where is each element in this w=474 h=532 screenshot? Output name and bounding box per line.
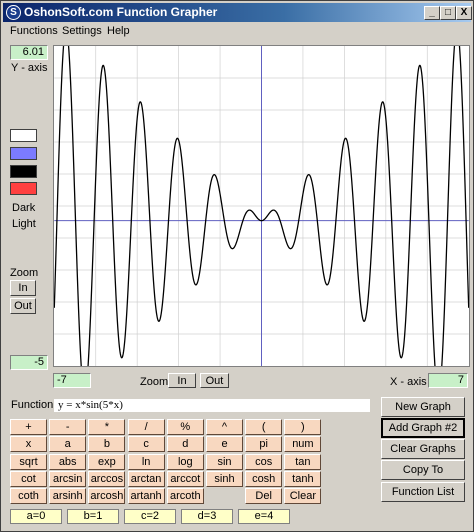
key-arsinh[interactable]: arsinh [49, 488, 87, 505]
light-button[interactable]: Light [12, 218, 36, 230]
key-times[interactable]: * [88, 419, 126, 435]
key-e[interactable]: e [206, 436, 243, 453]
key-arcsin[interactable]: arcsin [49, 470, 87, 487]
key-cot[interactable]: cot [10, 470, 47, 487]
key-minus[interactable]: - [49, 419, 87, 435]
copy-to-clipboard-button[interactable]: Copy To Clipboard [381, 460, 465, 494]
function-list-button[interactable]: Function List [381, 482, 465, 502]
key-artanh[interactable]: artanh [127, 488, 165, 505]
key-a[interactable]: a [49, 436, 87, 453]
key-abs[interactable]: abs [49, 453, 87, 470]
dark-button[interactable]: Dark [12, 202, 35, 214]
key-tan[interactable]: tan [284, 453, 322, 470]
variable-d[interactable]: d=3 [181, 509, 233, 524]
key-arcosh[interactable]: arcosh [88, 488, 126, 505]
variable-a[interactable]: a=0 [10, 509, 62, 524]
add-graph-button[interactable]: Add Graph #2 [381, 418, 465, 438]
key-power[interactable]: ^ [206, 419, 243, 435]
color-swatch-blue[interactable] [10, 147, 37, 160]
title-bar[interactable]: S OshonSoft.com Function Grapher _ □ X [3, 3, 472, 22]
menu-help[interactable]: Help [107, 25, 130, 37]
key-lparen[interactable]: ( [245, 419, 283, 435]
color-swatch-red[interactable] [10, 182, 37, 195]
new-graph-button[interactable]: New Graph [381, 397, 465, 417]
y-zoom-out-button[interactable]: Out [10, 298, 36, 314]
x-max-field[interactable]: 7 [428, 373, 468, 388]
clear-graphs-button[interactable]: Clear Graphs [381, 439, 465, 459]
key-divide[interactable]: / [127, 419, 165, 435]
key-num[interactable]: num [284, 436, 322, 453]
key-arccos[interactable]: arccos [88, 470, 126, 487]
color-swatch-white[interactable] [10, 129, 37, 142]
key-cosh[interactable]: cosh [245, 470, 283, 487]
key-c[interactable]: c [127, 436, 165, 453]
key-x[interactable]: x [10, 436, 47, 453]
y-axis-label: Y - axis [11, 62, 48, 74]
key-clear[interactable]: Clear [284, 488, 322, 505]
y-zoom-in-button[interactable]: In [10, 280, 36, 296]
key-cos[interactable]: cos [245, 453, 283, 470]
key-pi[interactable]: pi [245, 436, 283, 453]
key-percent[interactable]: % [166, 419, 204, 435]
key-log[interactable]: log [166, 453, 204, 470]
x-zoom-label: Zoom [140, 376, 169, 388]
menu-functions[interactable]: Functions [10, 25, 58, 37]
key-b[interactable]: b [88, 436, 126, 453]
close-button[interactable]: X [456, 6, 472, 20]
key-tanh[interactable]: tanh [284, 470, 322, 487]
variable-c[interactable]: c=2 [124, 509, 176, 524]
x-zoom-in-button[interactable]: In [168, 373, 196, 388]
key-coth[interactable]: coth [10, 488, 47, 505]
key-plus[interactable]: + [10, 419, 47, 435]
key-arccot[interactable]: arccot [166, 470, 204, 487]
key-exp[interactable]: exp [88, 453, 126, 470]
zoom-label: Zoom [10, 267, 39, 279]
window-title: OshonSoft.com Function Grapher [24, 5, 218, 19]
graph-canvas[interactable] [53, 45, 470, 367]
key-arctan[interactable]: arctan [127, 470, 165, 487]
menu-bar: Functions Settings Help [3, 23, 471, 41]
key-sin[interactable]: sin [206, 453, 243, 470]
key-arcoth[interactable]: arcoth [166, 488, 204, 505]
app-icon: S [6, 5, 21, 20]
color-swatch-black[interactable] [10, 165, 37, 178]
variable-e[interactable]: e=4 [238, 509, 290, 524]
y-min-field[interactable]: -5 [10, 355, 48, 370]
key-rparen[interactable]: ) [284, 419, 322, 435]
x-axis-label: X - axis [390, 376, 427, 388]
minimize-button[interactable]: _ [424, 6, 440, 20]
app-window: S OshonSoft.com Function Grapher _ □ X F… [0, 0, 474, 532]
y-max-field[interactable]: 6.01 [10, 45, 48, 60]
x-zoom-out-button[interactable]: Out [200, 373, 229, 388]
key-sqrt[interactable]: sqrt [10, 453, 47, 470]
key-ln[interactable]: ln [127, 453, 165, 470]
key-d[interactable]: d [166, 436, 204, 453]
function-label: Function: [11, 399, 57, 411]
x-min-field[interactable]: -7 [53, 373, 91, 388]
function-input[interactable]: y = x*sin(5*x) [53, 398, 371, 413]
key-sinh[interactable]: sinh [206, 470, 243, 487]
key-del[interactable]: Del [245, 488, 283, 505]
menu-settings[interactable]: Settings [62, 25, 102, 37]
maximize-button[interactable]: □ [440, 6, 456, 20]
variable-b[interactable]: b=1 [67, 509, 119, 524]
